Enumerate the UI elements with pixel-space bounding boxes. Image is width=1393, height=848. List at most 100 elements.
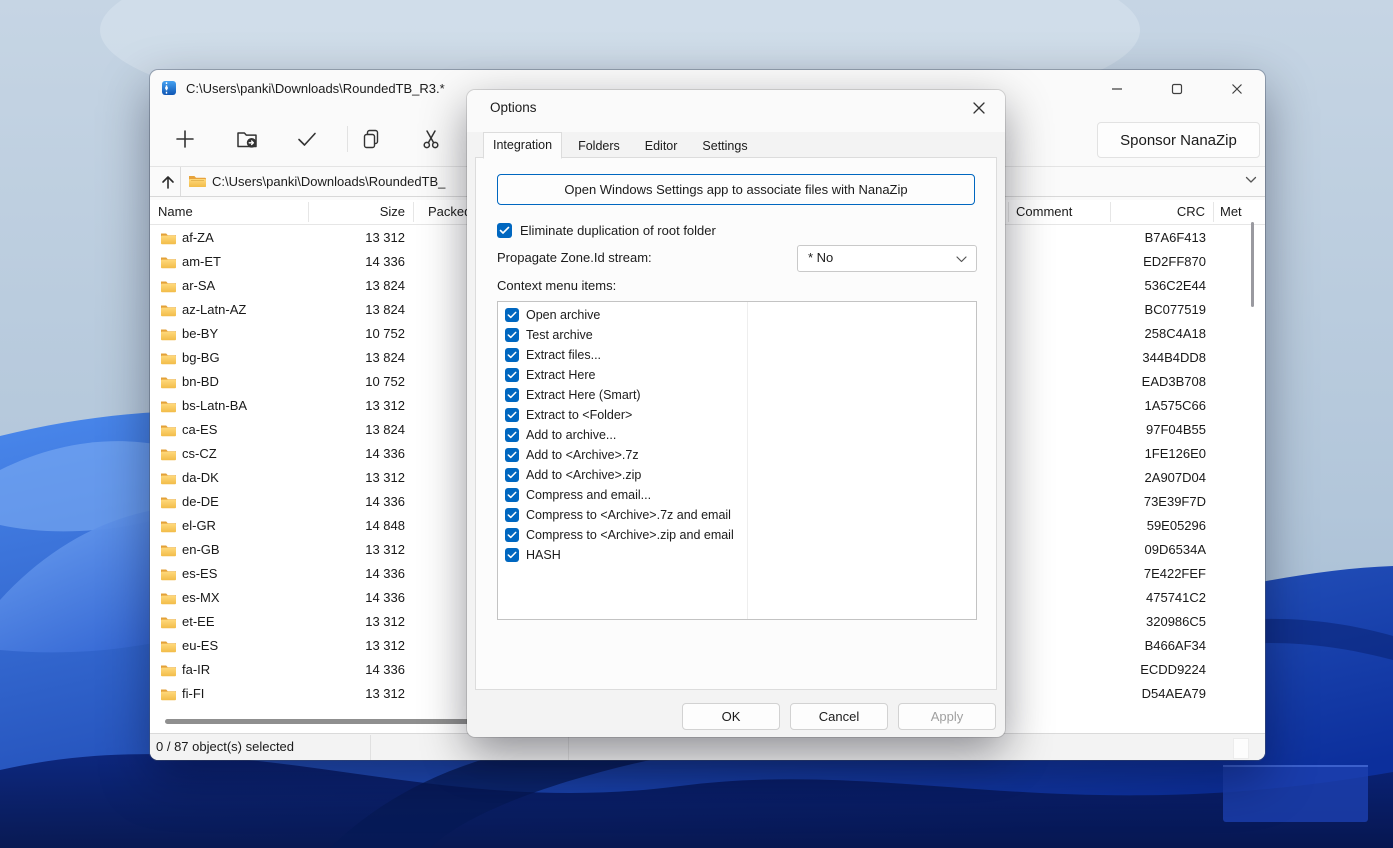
file-crc: 475741C2 (1086, 590, 1206, 605)
file-name[interactable]: fa-IR (182, 662, 210, 677)
column-crc[interactable]: CRC (1085, 204, 1205, 219)
file-name[interactable]: es-MX (182, 590, 220, 605)
folder-icon (160, 327, 177, 341)
folder-icon (160, 303, 177, 317)
address-bar-divider (180, 167, 181, 196)
add-button[interactable] (172, 126, 198, 152)
file-crc: 344B4DD8 (1086, 350, 1206, 365)
checkbox-checked-icon[interactable] (505, 428, 519, 442)
checkbox-checked-icon[interactable] (505, 308, 519, 322)
file-name[interactable]: az-Latn-AZ (182, 302, 246, 317)
file-name[interactable]: af-ZA (182, 230, 214, 245)
copy-button[interactable] (358, 126, 384, 152)
ok-button[interactable]: OK (682, 703, 780, 730)
context-menu-item[interactable]: Extract to <Folder> (498, 405, 976, 425)
file-name[interactable]: da-DK (182, 470, 219, 485)
context-menu-item[interactable]: Add to archive... (498, 425, 976, 445)
column-met[interactable]: Met (1220, 204, 1242, 219)
file-name[interactable]: bs-Latn-BA (182, 398, 247, 413)
file-name[interactable]: bg-BG (182, 350, 220, 365)
checkbox-checked-icon[interactable] (505, 548, 519, 562)
column-separator[interactable] (1213, 202, 1214, 222)
file-name[interactable]: et-EE (182, 614, 215, 629)
address-path[interactable]: C:\Users\panki\Downloads\RoundedTB_ (212, 174, 445, 189)
column-comment[interactable]: Comment (1016, 204, 1072, 219)
vertical-scrollbar-thumb[interactable] (1251, 222, 1254, 307)
file-size: 10 752 (285, 326, 405, 341)
file-size: 14 848 (285, 518, 405, 533)
apply-button-disabled: Apply (898, 703, 996, 730)
tab-settings[interactable]: Settings (693, 136, 756, 158)
eliminate-duplication-checkbox[interactable]: Eliminate duplication of root folder (497, 223, 716, 238)
file-name[interactable]: de-DE (182, 494, 219, 509)
checkbox-checked-icon[interactable] (505, 408, 519, 422)
checkbox-checked-icon[interactable] (505, 448, 519, 462)
file-name[interactable]: eu-ES (182, 638, 218, 653)
up-arrow-button[interactable] (156, 170, 180, 194)
test-button[interactable] (294, 126, 320, 152)
sponsor-nanazip-button[interactable]: Sponsor NanaZip (1097, 122, 1260, 158)
tab-integration[interactable]: Integration (483, 132, 562, 159)
context-menu-item[interactable]: Compress to <Archive>.7z and email (498, 505, 976, 525)
context-menu-item[interactable]: Open archive (498, 305, 976, 325)
checkbox-checked-icon[interactable] (505, 468, 519, 482)
file-crc: 2A907D04 (1086, 470, 1206, 485)
checkbox-checked-icon[interactable] (505, 328, 519, 342)
folder-icon (160, 543, 177, 557)
checkbox-checked-icon[interactable] (505, 508, 519, 522)
column-separator[interactable] (1110, 202, 1111, 222)
address-dropdown-chevron[interactable] (1245, 176, 1257, 184)
minimize-button[interactable] (1100, 78, 1134, 100)
checkbox-checked-icon[interactable] (505, 488, 519, 502)
file-name[interactable]: bn-BD (182, 374, 219, 389)
context-item-label: Add to <Archive>.7z (526, 448, 639, 462)
file-name[interactable]: ca-ES (182, 422, 217, 437)
file-name[interactable]: ar-SA (182, 278, 215, 293)
context-menu-item[interactable]: Extract Here (498, 365, 976, 385)
context-menu-item[interactable]: Add to <Archive>.7z (498, 445, 976, 465)
column-packed[interactable]: Packed (428, 204, 471, 219)
column-separator[interactable] (1008, 202, 1009, 222)
context-menu-item[interactable]: Test archive (498, 325, 976, 345)
close-button[interactable] (1220, 78, 1254, 100)
tab-editor[interactable]: Editor (636, 136, 687, 158)
cut-button[interactable] (418, 126, 444, 152)
file-size: 14 336 (285, 662, 405, 677)
context-menu-item[interactable]: Compress to <Archive>.zip and email (498, 525, 976, 545)
context-menu-item[interactable]: Add to <Archive>.zip (498, 465, 976, 485)
file-name[interactable]: am-ET (182, 254, 221, 269)
file-name[interactable]: cs-CZ (182, 446, 217, 461)
context-item-label: Compress to <Archive>.7z and email (526, 508, 731, 522)
file-name[interactable]: el-GR (182, 518, 216, 533)
file-name[interactable]: fi-FI (182, 686, 204, 701)
checkbox-checked-icon[interactable] (505, 368, 519, 382)
file-name[interactable]: be-BY (182, 326, 218, 341)
column-size[interactable]: Size (285, 204, 405, 219)
context-menu-item[interactable]: Extract Here (Smart) (498, 385, 976, 405)
file-crc: 7E422FEF (1086, 566, 1206, 581)
column-separator[interactable] (413, 202, 414, 222)
column-separator[interactable] (308, 202, 309, 222)
file-name[interactable]: es-ES (182, 566, 217, 581)
cancel-button[interactable]: Cancel (790, 703, 888, 730)
dialog-close-icon[interactable] (966, 96, 992, 120)
tab-folders[interactable]: Folders (569, 136, 629, 158)
checkbox-checked-icon[interactable] (497, 223, 512, 238)
file-size: 14 336 (285, 446, 405, 461)
checkbox-checked-icon[interactable] (505, 528, 519, 542)
file-crc: B466AF34 (1086, 638, 1206, 653)
file-name[interactable]: en-GB (182, 542, 220, 557)
dialog-tab-strip: Integration Folders Editor Settings (483, 133, 757, 158)
checkbox-checked-icon[interactable] (505, 388, 519, 402)
context-menu-item[interactable]: Extract files... (498, 345, 976, 365)
checkbox-checked-icon[interactable] (505, 348, 519, 362)
dialog-title-bar[interactable] (467, 90, 1005, 132)
propagate-zone-dropdown[interactable]: * No (797, 245, 977, 272)
context-menu-item[interactable]: Compress and email... (498, 485, 976, 505)
column-name[interactable]: Name (158, 204, 193, 219)
associate-files-button[interactable]: Open Windows Settings app to associate f… (497, 174, 975, 205)
maximize-button[interactable] (1160, 78, 1194, 100)
file-size: 13 824 (285, 302, 405, 317)
extract-button[interactable] (234, 126, 260, 152)
context-menu-item[interactable]: HASH (498, 545, 976, 565)
